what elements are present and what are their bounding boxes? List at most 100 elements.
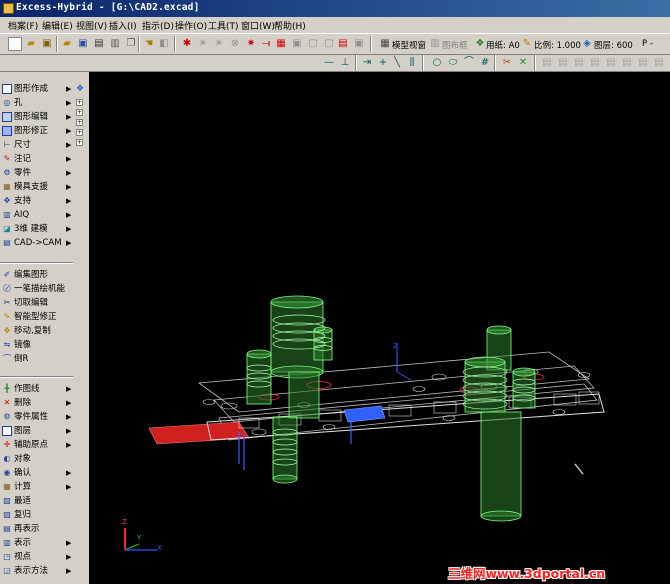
snap-center-icon[interactable]: ✳: [196, 37, 210, 51]
sidebar-item-edit-figure[interactable]: 图形编辑 ▶: [2, 110, 74, 124]
snap-stop-icon[interactable]: ▤: [336, 37, 350, 51]
snap-point-icon[interactable]: ✱: [180, 37, 194, 51]
sidebar-item-object[interactable]: ◐ 对象: [2, 452, 74, 466]
zoom-icon[interactable]: ◧: [157, 37, 171, 51]
tree-root-icon[interactable]: ❖: [74, 83, 86, 95]
extra-label[interactable]: P -: [642, 39, 653, 49]
open-icon[interactable]: ▰: [60, 37, 74, 51]
menu-edit[interactable]: 编辑(E): [42, 19, 73, 32]
sidebar-item-cad-cam[interactable]: ▤ CAD->CAM ▶: [2, 236, 74, 250]
trim-icon[interactable]: ✂: [500, 56, 514, 70]
sidebar-item-cut-edit[interactable]: ✂ 切取编辑: [2, 296, 74, 310]
menu-file[interactable]: 档案(F): [8, 19, 38, 32]
save-icon[interactable]: ▣: [40, 37, 54, 51]
layer-label[interactable]: 图层: 600: [594, 39, 633, 51]
sidebar-item-aiq[interactable]: ▥ AIQ ▶: [2, 208, 74, 222]
snap-off-icon[interactable]: ▣: [290, 37, 304, 51]
paper-size-label[interactable]: 用纸: A0: [486, 39, 520, 51]
hline-dim-icon[interactable]: ⊥: [338, 56, 352, 70]
copy-icon[interactable]: ❐: [124, 37, 138, 51]
menu-indicate[interactable]: 指示(D): [142, 19, 174, 32]
sidebar-item-edit-collection[interactable]: ✐ 编集图形: [2, 268, 74, 282]
tool-a-icon[interactable]: ▤: [540, 56, 554, 70]
tool-e-icon[interactable]: ▤: [604, 56, 618, 70]
tree-expand-4[interactable]: +: [76, 129, 83, 136]
model-view-icon[interactable]: ▦: [378, 37, 392, 51]
circle-icon[interactable]: ○: [430, 56, 444, 70]
tree-expand-3[interactable]: +: [76, 119, 83, 126]
sidebar-item-viewpoint[interactable]: ◳ 视点 ▶: [2, 550, 74, 564]
cross-line-icon[interactable]: +: [376, 56, 390, 70]
sidebar-item-display-method[interactable]: ◲ 表示方法 ▶: [2, 564, 74, 578]
snap-grid-icon[interactable]: ▦: [274, 37, 288, 51]
snap-free-icon[interactable]: ▢: [306, 37, 320, 51]
menu-operate[interactable]: 操作(O): [175, 19, 207, 32]
new-file-icon[interactable]: [8, 37, 22, 51]
sidebar-item-3d-modeling[interactable]: ◪ 3维 建模 ▶: [2, 222, 74, 236]
snap-cross-icon[interactable]: ⊗: [228, 37, 242, 51]
snap-rect-icon[interactable]: ▢: [322, 37, 336, 51]
extend-icon[interactable]: ✕: [516, 56, 530, 70]
menu-tools[interactable]: 工具(T): [208, 19, 239, 32]
tool-b-icon[interactable]: ▤: [556, 56, 570, 70]
grid-line-icon[interactable]: #: [478, 56, 492, 70]
snap-more-icon[interactable]: ▣: [352, 37, 366, 51]
sidebar-item-aux-origin[interactable]: ✛ 辅助原点 ▶: [2, 438, 74, 452]
ellipse-icon[interactable]: ⬭: [446, 56, 460, 70]
open-folder-icon[interactable]: ▰: [24, 37, 38, 51]
sidebar-item-move-copy[interactable]: ✥ 移动,复制: [2, 324, 74, 338]
figure-frame-icon[interactable]: ▥: [428, 37, 442, 51]
sidebar-item-one-stroke[interactable]: 〄一笔描绘机能: [2, 282, 74, 296]
menu-window[interactable]: 窗口(W): [241, 19, 275, 32]
sidebar-item-mold-support[interactable]: ▦ 模具支援 ▶: [2, 180, 74, 194]
sidebar-item-delete[interactable]: ✕ 删除 ▶: [2, 396, 74, 410]
menu-insert[interactable]: 插入(I): [109, 19, 137, 32]
vline-icon[interactable]: ⇥: [360, 56, 374, 70]
figure-frame-button[interactable]: 图布框: [442, 39, 468, 51]
sidebar-item-fillet[interactable]: ⌒ 倒R: [2, 352, 74, 366]
save-disk-icon[interactable]: ▣: [76, 37, 90, 51]
sidebar-item-mirror[interactable]: ⇋ 镜像: [2, 338, 74, 352]
cad-viewport[interactable]: Z Z Y X: [89, 72, 670, 584]
slant-line-icon[interactable]: ╲: [390, 56, 404, 70]
model-view-button[interactable]: 模型视窗: [392, 39, 426, 51]
sidebar-item-modify-figure[interactable]: 图形修正 ▶: [2, 124, 74, 138]
tree-expand-5[interactable]: +: [76, 139, 83, 146]
tool-f-icon[interactable]: ▤: [620, 56, 634, 70]
sidebar-item-hole[interactable]: ◎ 孔 ▶: [2, 96, 74, 110]
preview-icon[interactable]: ▥: [108, 37, 122, 51]
sidebar-item-redisplay[interactable]: ▤ 再表示: [2, 522, 74, 536]
menu-help[interactable]: 帮助(H): [274, 19, 306, 32]
sidebar-item-layer[interactable]: 图层 ▶: [2, 424, 74, 438]
sidebar-item-construction-line[interactable]: ╋ 作图线 ▶: [2, 382, 74, 396]
pan-icon[interactable]: ☚: [142, 37, 156, 51]
sidebar-item-support[interactable]: ✥ 支持 ▶: [2, 194, 74, 208]
snap-end-icon[interactable]: ✷: [244, 37, 258, 51]
sidebar-item-smart-modify[interactable]: ✎ 智能型修正: [2, 310, 74, 324]
sidebar-item-parts[interactable]: ⚙ 零件 ▶: [2, 166, 74, 180]
tree-expand-2[interactable]: +: [76, 109, 83, 116]
hline-icon[interactable]: —: [322, 56, 336, 70]
sidebar-item-part-attributes[interactable]: ⚙ 零件属性 ▶: [2, 410, 74, 424]
sidebar-item-display[interactable]: ▥ 表示 ▶: [2, 536, 74, 550]
sidebar-item-optimize[interactable]: ▧ 最适: [2, 494, 74, 508]
arc-icon[interactable]: ⌒: [462, 56, 476, 70]
parallel-line-icon[interactable]: ⫼: [405, 56, 419, 70]
menu-view[interactable]: 视图(V): [76, 19, 107, 32]
print-icon[interactable]: ▤: [92, 37, 106, 51]
snap-mid-icon[interactable]: ✳: [212, 37, 226, 51]
snap-line-icon[interactable]: ⟞: [259, 37, 273, 51]
tool-d-icon[interactable]: ▤: [588, 56, 602, 70]
tool-c-icon[interactable]: ▤: [572, 56, 586, 70]
sidebar-item-confirm[interactable]: ◉ 确认 ▶: [2, 466, 74, 480]
sidebar-item-annotation[interactable]: ✎ 注记 ▶: [2, 152, 74, 166]
tree-expand-1[interactable]: +: [76, 99, 83, 106]
sidebar-item-calculate[interactable]: ▦ 计算 ▶: [2, 480, 74, 494]
submenu-arrow-icon: ▶: [66, 483, 72, 491]
sidebar-item-dimension[interactable]: ⊢ 尺寸 ▶: [2, 138, 74, 152]
tool-g-icon[interactable]: ▤: [636, 56, 650, 70]
sidebar-item-create-figure[interactable]: 图形作成 ▶: [2, 82, 74, 96]
scale-label[interactable]: 比例: 1.000: [534, 39, 581, 51]
tool-h-icon[interactable]: ▤: [652, 56, 666, 70]
sidebar-item-restore[interactable]: ▨ 复归: [2, 508, 74, 522]
